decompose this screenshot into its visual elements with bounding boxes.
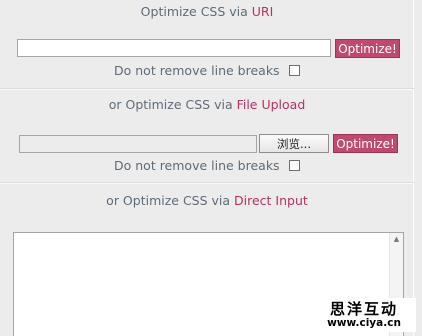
file-path-field[interactable] — [19, 135, 257, 153]
scroll-up-arrow-icon[interactable]: ▲ — [390, 233, 403, 246]
upload-line-breaks-checkbox[interactable] — [289, 160, 300, 171]
uri-input[interactable] — [17, 39, 331, 57]
uri-optimize-button[interactable]: Optimize! — [335, 39, 400, 58]
upload-title-link[interactable]: File Upload — [237, 97, 306, 112]
browse-button[interactable]: 浏览... — [259, 134, 329, 153]
uri-line-breaks-checkbox[interactable] — [289, 65, 300, 76]
watermark-url-text: www.ciya.cn — [327, 317, 401, 329]
upload-optimize-button[interactable]: Optimize! — [333, 134, 398, 153]
direct-section-title: or Optimize CSS via Direct Input — [0, 193, 414, 208]
upload-section: or Optimize CSS via File Upload 浏览... Op… — [0, 90, 414, 182]
uri-checkbox-label: Do not remove line breaks — [114, 63, 280, 78]
uri-title-prefix: Optimize CSS via — [140, 4, 252, 19]
css-optimizer-page: Optimize CSS via URI Optimize! Do not re… — [0, 0, 422, 336]
direct-title-prefix: or Optimize CSS via — [106, 193, 235, 208]
upload-checkbox-label: Do not remove line breaks — [114, 158, 280, 173]
uri-title-link[interactable]: URI — [252, 4, 274, 19]
upload-title-prefix: or Optimize CSS via — [108, 97, 237, 112]
watermark-logo: 思洋互动 www.ciya.cn — [312, 298, 416, 332]
upload-section-title: or Optimize CSS via File Upload — [0, 97, 414, 112]
uri-section-title: Optimize CSS via URI — [0, 4, 414, 19]
watermark-main-text: 思洋互动 — [329, 300, 398, 318]
direct-title-link[interactable]: Direct Input — [234, 193, 308, 208]
uri-section: Optimize CSS via URI Optimize! Do not re… — [0, 0, 414, 88]
